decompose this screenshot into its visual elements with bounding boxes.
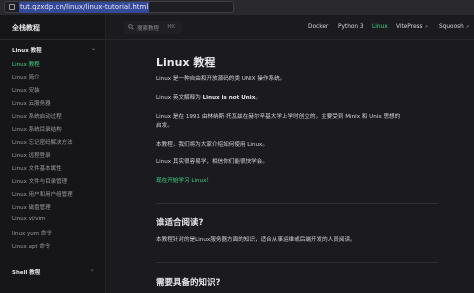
sidebar-item[interactable]: Linux 文件与目录管理 [12, 177, 67, 185]
nav-link-vitepress[interactable]: VitePress ↗ [396, 24, 428, 30]
paragraph: Linux 英文解释为 Linux is not Unix。 [156, 93, 421, 103]
search-icon [128, 24, 134, 30]
sidebar-item[interactable]: Linux 云服务器 [12, 99, 51, 107]
nav-link-docker[interactable]: Docker [308, 24, 328, 30]
sidebar-item[interactable]: Linux 磁盘管理 [12, 203, 51, 211]
chevron-down-icon[interactable]: ⌄ [91, 45, 96, 52]
search-button[interactable]: 搜索教程 ⌘K [124, 21, 182, 34]
paragraph: Linux 是一种自由和开放源码的类 UNIX 操作系统。 [156, 76, 286, 82]
sidebar-item[interactable]: Linux 远程登录 [12, 151, 51, 159]
browser-toolbar: tut.qzxdp.cn/linux/linux-tutorial.html [0, 0, 474, 15]
top-nav: 搜索教程 ⌘K Docker Python 3 Linux VitePress … [106, 15, 474, 40]
sidebar-item[interactable]: Linux 系统目录结构 [12, 125, 62, 133]
bold-text: Linux is not Unix [202, 95, 256, 101]
url-text[interactable]: tut.qzxdp.cn/linux/linux-tutorial.html [19, 2, 150, 13]
sidebar-item[interactable]: Linux 文件基本属性 [12, 164, 62, 172]
sidebar-item[interactable]: linux yum 命令 [12, 229, 52, 237]
section-heading: 谁适合阅读? [156, 218, 204, 228]
external-link-icon: ↗ [424, 25, 429, 30]
nav-link-squoosh[interactable]: Squoosh ↗ [439, 24, 469, 30]
sidebar-item[interactable]: Linux 简介 [12, 73, 40, 81]
sidebar-item[interactable]: Linux 忘记密码解决方法 [12, 138, 73, 146]
site-brand[interactable]: 全栈教程 [12, 23, 40, 33]
paragraph-text: Linux 英文解释为 [156, 95, 203, 101]
external-link-icon: ↗ [465, 25, 470, 30]
paragraph: 启发。 [156, 123, 173, 129]
section-heading: 需要具备的知识? [156, 278, 221, 288]
divider [156, 203, 438, 204]
sidebar-item-linux-tutorial[interactable]: Linux 教程 [12, 60, 40, 68]
sidebar-item[interactable]: Linux vi/vim [12, 216, 45, 222]
sidebar-item[interactable]: Linux 用户和用户组管理 [12, 190, 73, 198]
sidebar-item[interactable]: Linux 安装 [12, 86, 40, 94]
search-shortcut: ⌘K [167, 24, 176, 30]
nav-link-python[interactable]: Python 3 [338, 24, 364, 30]
address-bar[interactable]: tut.qzxdp.cn/linux/linux-tutorial.html [4, 1, 234, 13]
sidebar-item[interactable]: Linux apt 命令 [12, 242, 50, 250]
search-placeholder: 搜索教程 [137, 26, 160, 32]
nav-link-label: VitePress [396, 24, 423, 30]
sidebar: 全栈教程 Linux 教程 ⌄ Linux 教程 Linux 简介 Linux … [0, 15, 106, 293]
start-learning-link[interactable]: 现在开始学习 Linux！ [156, 176, 212, 184]
sidebar-divider [0, 39, 106, 40]
paragraph-text: 。 [255, 95, 261, 101]
main-content: Linux 教程 Linux 是一种自由和开放源码的类 UNIX 操作系统。 L… [106, 40, 474, 293]
paragraph: 本教程，我们将为大家介绍如何使用 Linux。 [156, 142, 268, 148]
paragraph: Linux 其实很容易学，相信你们能很快学会。 [156, 159, 268, 165]
divider [156, 262, 438, 263]
chevron-right-icon[interactable]: › [91, 267, 93, 274]
nav-link-linux[interactable]: Linux [372, 24, 388, 30]
sidebar-section-title[interactable]: Linux 教程 [12, 46, 42, 54]
lock-icon [9, 4, 15, 10]
sidebar-item[interactable]: Linux 系统启动过程 [12, 112, 62, 120]
nav-link-label: Squoosh [439, 24, 464, 30]
sidebar-section-title[interactable]: Shell 教程 [12, 268, 40, 276]
page-title: Linux 教程 [156, 56, 216, 69]
paragraph: 本教程针对的是Linux服务器方面的知识，适合从事运维或后端开发的人员阅读。 [156, 237, 356, 243]
